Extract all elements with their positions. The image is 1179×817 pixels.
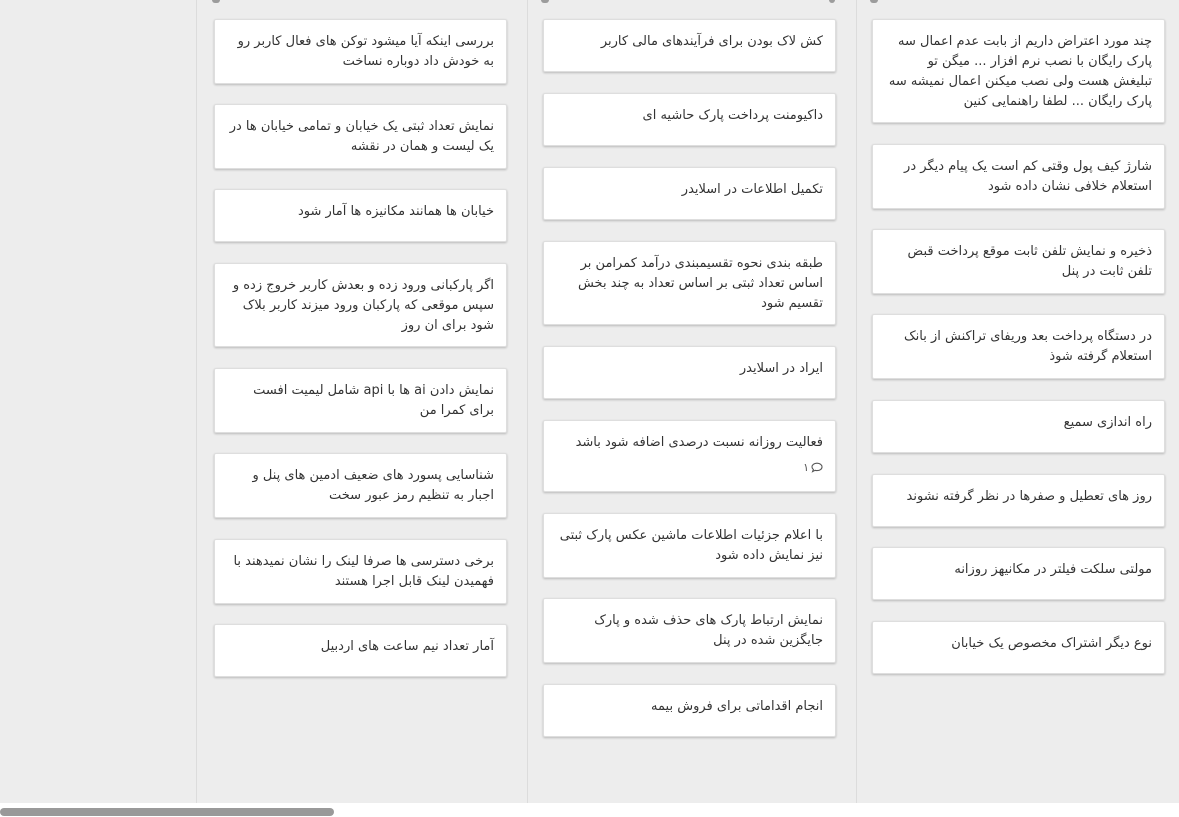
task-card[interactable]: با اعلام جزئیات اطلاعات ماشین عکس پارک ث… xyxy=(543,513,836,578)
task-card[interactable]: طبقه بندی نحوه تقسیمبندی درآمد کمرامن بر… xyxy=(543,241,836,325)
card-title: کش لاک بودن برای فرآیندهای مالی کاربر xyxy=(600,34,823,49)
task-card[interactable]: بررسی اینکه آیا میشود توکن های فعال کارب… xyxy=(214,19,507,84)
card-title: تکمیل اطلاعات در اسلایدر xyxy=(681,182,823,197)
task-card[interactable]: خیابان ها همانند مکانیزه ها آمار شود xyxy=(214,189,507,242)
card-title: راه اندازی سمیع xyxy=(1063,415,1152,430)
card-title: فعالیت روزانه نسبت درصدی اضافه شود باشد xyxy=(575,435,823,450)
task-card[interactable]: نمایش ارتباط پارک های حذف شده و پارک جای… xyxy=(543,598,836,663)
card-title: بررسی اینکه آیا میشود توکن های فعال کارب… xyxy=(237,34,494,69)
task-card[interactable]: شارژ کیف پول وقتی کم است یک پیام دیگر در… xyxy=(872,144,1165,209)
board-column-right: چند مورد اعتراض داریم از بابت عدم اعمال … xyxy=(872,0,1165,803)
card-title: ایراد در اسلایدر xyxy=(739,361,823,376)
scrollbar-thumb[interactable] xyxy=(0,808,334,816)
card-title: خیابان ها همانند مکانیزه ها آمار شود xyxy=(297,204,494,219)
comment-icon xyxy=(811,462,823,473)
card-title: داکیومنت پرداخت پارک حاشیه ای xyxy=(642,108,823,123)
task-card[interactable]: ایراد در اسلایدر xyxy=(543,346,836,399)
task-card[interactable]: نوع دیگر اشتراک مخصوص یک خیابان xyxy=(872,621,1165,674)
task-card[interactable]: مولتی سلکت فیلتر در مکانیهز روزانه xyxy=(872,547,1165,600)
task-card[interactable]: در دستگاه پرداخت بعد وریفای تراکنش از با… xyxy=(872,314,1165,379)
task-card[interactable]: نمایش تعداد ثبتی یک خیابان و تمامی خیابا… xyxy=(214,104,507,169)
card-comments: ۱ xyxy=(556,461,823,474)
card-title: نمایش ارتباط پارک های حذف شده و پارک جای… xyxy=(594,613,823,648)
task-card[interactable]: انجام اقداماتی برای فروش بیمه xyxy=(543,684,836,737)
column-divider xyxy=(856,0,857,803)
comment-count: ۱ xyxy=(803,461,809,474)
task-card[interactable]: اگر پارکبانی ورود زده و بعدش کاربر خروج … xyxy=(214,263,507,347)
task-card[interactable]: فعالیت روزانه نسبت درصدی اضافه شود باشد … xyxy=(543,420,836,492)
card-title: نوع دیگر اشتراک مخصوص یک خیابان xyxy=(951,636,1152,651)
task-card[interactable]: نمایش دادن ai ها با api شامل لیمیت افست … xyxy=(214,368,507,433)
board-column-left: بررسی اینکه آیا میشود توکن های فعال کارب… xyxy=(214,0,507,803)
card-title: با اعلام جزئیات اطلاعات ماشین عکس پارک ث… xyxy=(559,528,823,563)
kanban-board: چند مورد اعتراض داریم از بابت عدم اعمال … xyxy=(0,0,1179,817)
card-title: نمایش دادن ai ها با api شامل لیمیت افست … xyxy=(253,383,494,418)
card-title: شناسایی پسورد های ضعیف ادمین های پنل و ا… xyxy=(252,468,494,503)
board-column-middle: کش لاک بودن برای فرآیندهای مالی کاربر دا… xyxy=(543,0,836,803)
card-title: آمار تعداد نیم ساعت های اردبیل xyxy=(320,639,494,654)
card-title: طبقه بندی نحوه تقسیمبندی درآمد کمرامن بر… xyxy=(577,256,823,311)
task-card[interactable]: کش لاک بودن برای فرآیندهای مالی کاربر xyxy=(543,19,836,72)
task-card[interactable]: ذخیره و نمایش تلفن ثابت موقع پرداخت قبض … xyxy=(872,229,1165,294)
task-card[interactable]: تکمیل اطلاعات در اسلایدر xyxy=(543,167,836,220)
card-title: انجام اقداماتی برای فروش بیمه xyxy=(651,699,823,714)
card-title: در دستگاه پرداخت بعد وریفای تراکنش از با… xyxy=(904,329,1152,364)
card-title: برخی دسترسی ها صرفا لینک را نشان نمیدهند… xyxy=(233,554,494,589)
card-title: نمایش تعداد ثبتی یک خیابان و تمامی خیابا… xyxy=(229,119,494,154)
card-title: اگر پارکبانی ورود زده و بعدش کاربر خروج … xyxy=(232,278,494,333)
task-card[interactable]: آمار تعداد نیم ساعت های اردبیل xyxy=(214,624,507,677)
card-title: مولتی سلکت فیلتر در مکانیهز روزانه xyxy=(954,562,1152,577)
task-card[interactable]: شناسایی پسورد های ضعیف ادمین های پنل و ا… xyxy=(214,453,507,518)
task-card[interactable]: برخی دسترسی ها صرفا لینک را نشان نمیدهند… xyxy=(214,539,507,604)
task-card[interactable]: چند مورد اعتراض داریم از بابت عدم اعمال … xyxy=(872,19,1165,123)
card-title: روز های تعطیل و صفرها در نظر گرفته نشوند xyxy=(906,489,1152,504)
card-title: چند مورد اعتراض داریم از بابت عدم اعمال … xyxy=(888,34,1152,109)
column-divider xyxy=(196,0,197,803)
task-card[interactable]: داکیومنت پرداخت پارک حاشیه ای xyxy=(543,93,836,146)
horizontal-scrollbar[interactable] xyxy=(0,803,1179,817)
task-card[interactable]: راه اندازی سمیع xyxy=(872,400,1165,453)
card-title: شارژ کیف پول وقتی کم است یک پیام دیگر در… xyxy=(904,159,1152,194)
task-card[interactable]: روز های تعطیل و صفرها در نظر گرفته نشوند xyxy=(872,474,1165,527)
card-title: ذخیره و نمایش تلفن ثابت موقع پرداخت قبض … xyxy=(907,244,1152,279)
column-divider xyxy=(527,0,528,803)
